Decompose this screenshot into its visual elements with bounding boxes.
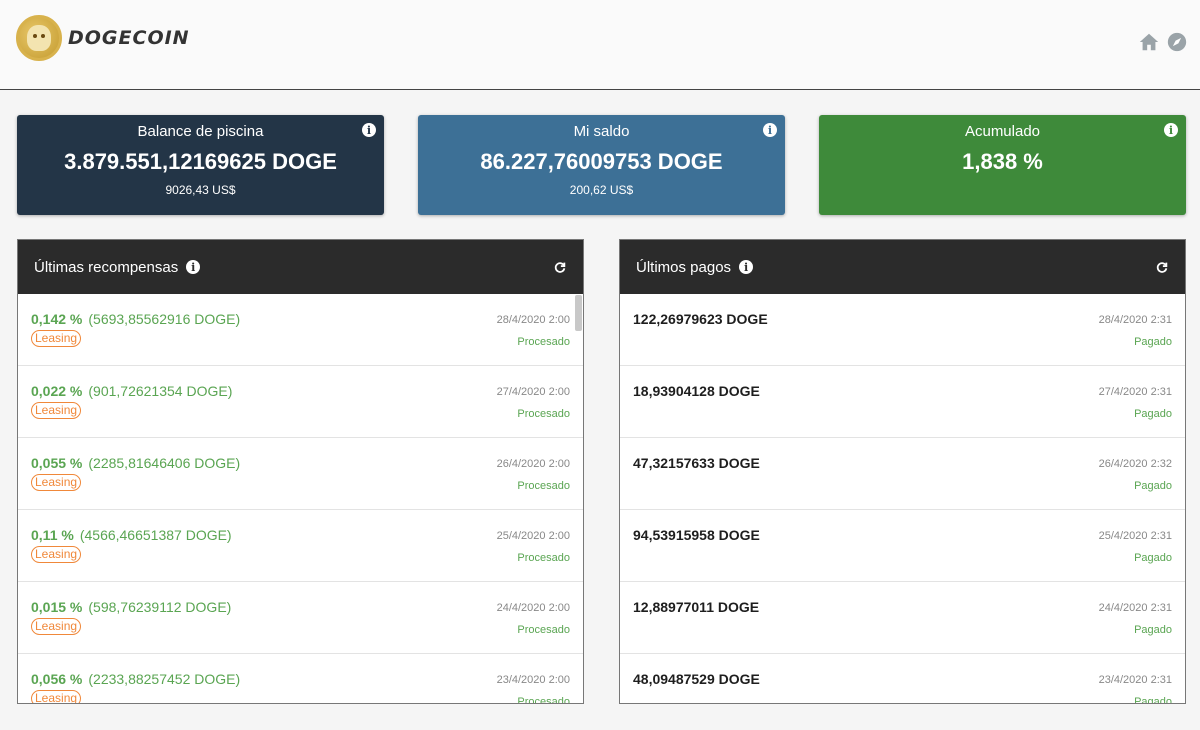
pool-balance-usd: 9026,43 US$ bbox=[165, 183, 236, 197]
reward-status: Procesado bbox=[517, 336, 570, 348]
reward-date: 26/4/2020 2:00 bbox=[496, 458, 570, 470]
payment-status: Pagado bbox=[1134, 336, 1172, 348]
leasing-badge: Leasing bbox=[31, 330, 82, 347]
leasing-badge: Leasing bbox=[31, 690, 82, 703]
reward-date: 23/4/2020 2:00 bbox=[496, 674, 570, 686]
payment-amount: 94,53915958 DOGE bbox=[633, 527, 760, 543]
top-icons bbox=[1138, 31, 1188, 53]
reward-date: 28/4/2020 2:00 bbox=[496, 314, 570, 326]
payment-row: 48,09487529 DOGE 23/4/2020 2:31 Pagado bbox=[620, 654, 1185, 704]
leasing-badge: Leasing bbox=[31, 474, 82, 491]
pool-balance-card: i Balance de piscina 3.879.551,12169625 … bbox=[17, 115, 384, 215]
reward-percent: 0,015 % bbox=[31, 599, 83, 615]
accumulated-title: Acumulado bbox=[964, 123, 1041, 140]
payment-date: 28/4/2020 2:31 bbox=[1098, 314, 1172, 326]
compass-icon[interactable] bbox=[1166, 31, 1188, 53]
reward-percent: 0,022 % bbox=[31, 383, 83, 399]
payment-amount: 47,32157633 DOGE bbox=[633, 455, 760, 471]
my-balance-value: 86.227,76009753 DOGE bbox=[480, 149, 723, 174]
payment-date: 25/4/2020 2:31 bbox=[1098, 530, 1172, 542]
brand-name: DOGECOIN bbox=[68, 27, 190, 49]
payment-status: Pagado bbox=[1134, 552, 1172, 564]
info-icon[interactable]: i bbox=[763, 123, 777, 137]
payment-status: Pagado bbox=[1134, 624, 1172, 636]
reward-doge-amount: (598,76239112 DOGE) bbox=[88, 599, 232, 615]
rewards-panel-title: Últimas recompensas bbox=[34, 258, 179, 276]
reward-date: 24/4/2020 2:00 bbox=[496, 602, 570, 614]
accumulated-card: i Acumulado 1,838 % bbox=[819, 115, 1186, 215]
reward-doge-amount: (2233,88257452 DOGE) bbox=[88, 671, 241, 687]
payment-row: 122,26979623 DOGE 28/4/2020 2:31 Pagado bbox=[620, 294, 1185, 366]
refresh-icon[interactable] bbox=[1155, 260, 1169, 274]
reward-doge-amount: (2285,81646406 DOGE) bbox=[88, 455, 241, 471]
reward-row: 0,022 % (901,72621354 DOGE) Leasing 27/4/… bbox=[18, 366, 583, 438]
payment-status: Pagado bbox=[1134, 480, 1172, 492]
pool-balance-value: 3.879.551,12169625 DOGE bbox=[64, 149, 337, 174]
payment-row: 18,93904128 DOGE 27/4/2020 2:31 Pagado bbox=[620, 366, 1185, 438]
payment-date: 24/4/2020 2:31 bbox=[1098, 602, 1172, 614]
payment-amount: 12,88977011 DOGE bbox=[633, 599, 760, 615]
info-icon[interactable]: i bbox=[1164, 123, 1178, 137]
reward-date: 25/4/2020 2:00 bbox=[496, 530, 570, 542]
rewards-list: 0,142 % (5693,85562916 DOGE) Leasing 28/4… bbox=[18, 294, 583, 704]
brand-logo-link[interactable]: DOGECOIN bbox=[16, 15, 190, 61]
info-icon[interactable]: i bbox=[186, 260, 201, 274]
reward-doge-amount: (901,72621354 DOGE) bbox=[88, 383, 233, 399]
rewards-panel: Últimas recompensas i 0,142 % (5693,85562… bbox=[17, 239, 584, 704]
reward-percent: 0,142 % bbox=[31, 311, 83, 327]
reward-doge-amount: (5693,85562916 DOGE) bbox=[88, 311, 241, 327]
reward-row: 0,056 % (2233,88257452 DOGE) Leasing 23/4… bbox=[18, 654, 583, 704]
reward-status: Procesado bbox=[517, 552, 570, 564]
payments-panel-header: Últimos pagos i bbox=[620, 240, 1185, 294]
accumulated-value: 1,838 % bbox=[962, 149, 1043, 174]
payment-row: 94,53915958 DOGE 25/4/2020 2:31 Pagado bbox=[620, 510, 1185, 582]
payments-panel: Últimos pagos i 122,26979623 DOGE 28/4/2… bbox=[619, 239, 1186, 704]
info-icon[interactable]: i bbox=[362, 123, 376, 137]
reward-row: 0,055 % (2285,81646406 DOGE) Leasing 26/4… bbox=[18, 438, 583, 510]
payment-amount: 122,26979623 DOGE bbox=[633, 311, 768, 327]
reward-status: Procesado bbox=[517, 408, 570, 420]
pool-balance-title: Balance de piscina bbox=[137, 123, 264, 140]
payment-date: 27/4/2020 2:31 bbox=[1098, 386, 1172, 398]
reward-percent: 0,056 % bbox=[31, 671, 83, 687]
refresh-icon[interactable] bbox=[553, 260, 567, 274]
my-balance-title: Mi saldo bbox=[573, 123, 630, 140]
payment-row: 12,88977011 DOGE 24/4/2020 2:31 Pagado bbox=[620, 582, 1185, 654]
payment-date: 26/4/2020 2:32 bbox=[1098, 458, 1172, 470]
reward-row: 0,015 % (598,76239112 DOGE) Leasing 24/4/… bbox=[18, 582, 583, 654]
reward-row: 0,142 % (5693,85562916 DOGE) Leasing 28/4… bbox=[18, 294, 583, 366]
leasing-badge: Leasing bbox=[31, 402, 82, 419]
reward-percent: 0,055 % bbox=[31, 455, 83, 471]
rewards-scrollbar[interactable] bbox=[575, 295, 582, 331]
payment-amount: 18,93904128 DOGE bbox=[633, 383, 760, 399]
reward-doge-amount: (4566,46651387 DOGE) bbox=[79, 527, 232, 543]
reward-percent: 0,11 % bbox=[31, 527, 74, 543]
payments-list: 122,26979623 DOGE 28/4/2020 2:31 Pagado … bbox=[620, 294, 1185, 704]
top-bar: DOGECOIN bbox=[0, 0, 1200, 90]
reward-status: Procesado bbox=[517, 480, 570, 492]
payment-row: 47,32157633 DOGE 26/4/2020 2:32 Pagado bbox=[620, 438, 1185, 510]
payments-panel-title: Últimos pagos bbox=[636, 258, 732, 276]
leasing-badge: Leasing bbox=[31, 546, 82, 563]
payment-status: Pagado bbox=[1134, 408, 1172, 420]
leasing-badge: Leasing bbox=[31, 618, 82, 635]
info-icon[interactable]: i bbox=[739, 260, 754, 274]
payment-amount: 48,09487529 DOGE bbox=[633, 671, 760, 687]
home-icon[interactable] bbox=[1138, 31, 1160, 53]
payment-date: 23/4/2020 2:31 bbox=[1098, 674, 1172, 686]
payment-status: Pagado bbox=[1134, 696, 1172, 704]
reward-date: 27/4/2020 2:00 bbox=[496, 386, 570, 398]
rewards-panel-header: Últimas recompensas i bbox=[18, 240, 583, 294]
reward-row: 0,11 % (4566,46651387 DOGE) Leasing 25/4/… bbox=[18, 510, 583, 582]
my-balance-usd: 200,62 US$ bbox=[569, 183, 634, 197]
my-balance-card: i Mi saldo 86.227,76009753 DOGE 200,62 U… bbox=[418, 115, 785, 215]
dogecoin-logo-icon bbox=[16, 15, 62, 61]
reward-status: Procesado bbox=[517, 624, 570, 636]
reward-status: Procesado bbox=[517, 696, 570, 704]
